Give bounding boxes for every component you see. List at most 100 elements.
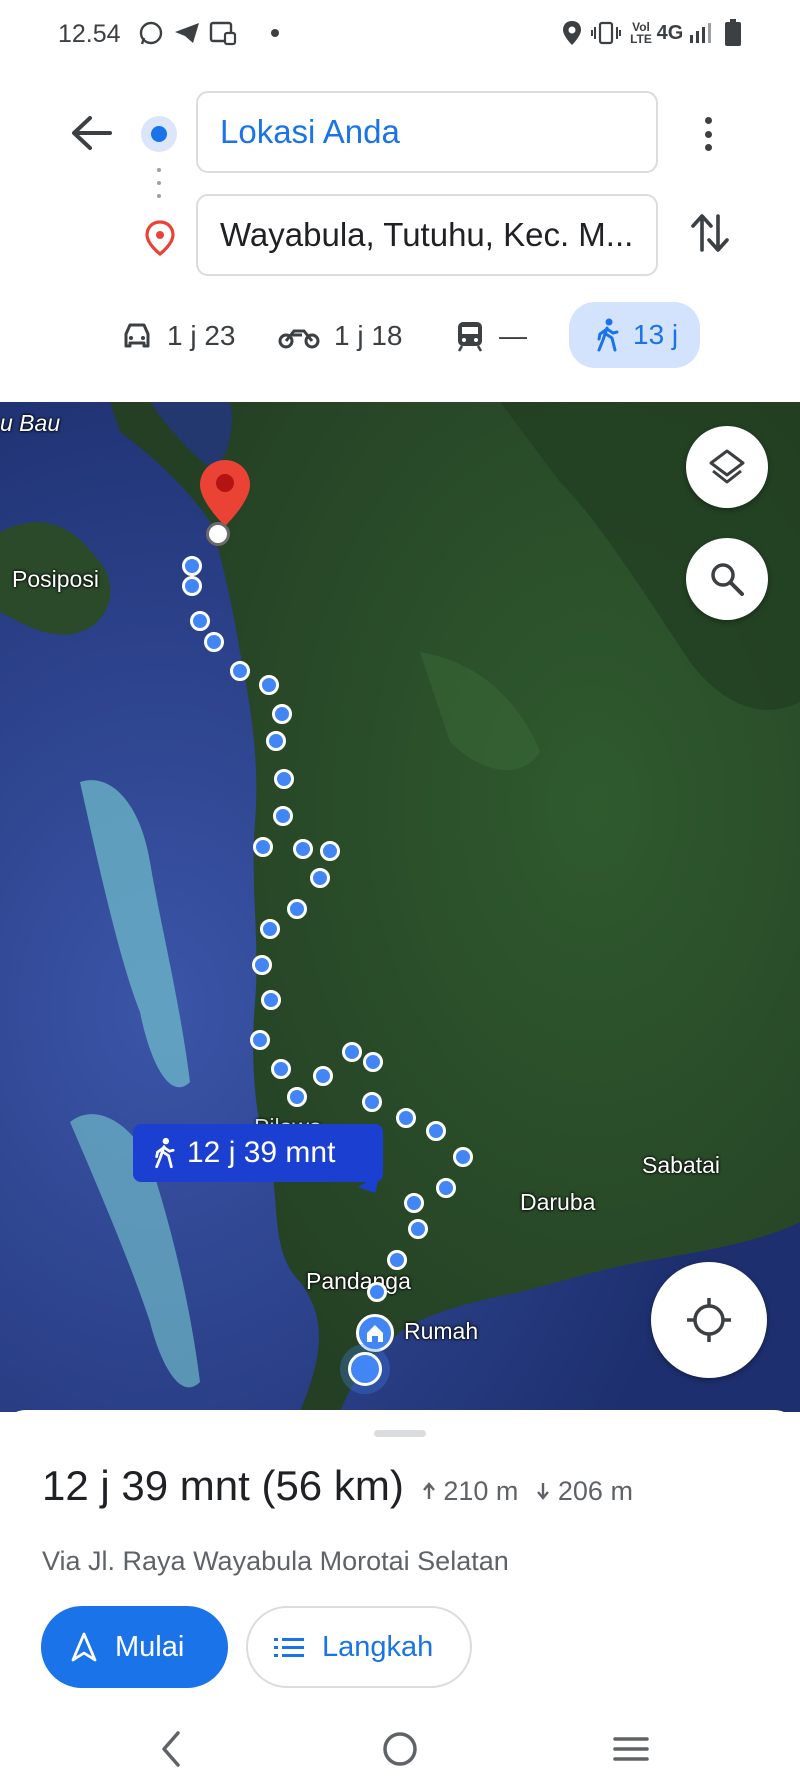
route-dot (273, 806, 293, 826)
nav-home-icon[interactable] (375, 1724, 425, 1774)
mode-transit-label: — (499, 320, 527, 351)
route-dot (287, 1087, 307, 1107)
route-dot (182, 556, 202, 576)
route-dot (387, 1250, 407, 1270)
network-type: 4G (656, 21, 684, 44)
start-button[interactable]: Mulai (41, 1606, 228, 1688)
layers-button[interactable] (686, 426, 768, 508)
motorcycle-icon (278, 329, 320, 349)
route-dot (274, 769, 294, 789)
place-label-daruba: Daruba (520, 1189, 596, 1215)
route-dot (260, 919, 280, 939)
steps-button[interactable]: Langkah (246, 1606, 472, 1688)
route-dot (271, 1059, 291, 1079)
list-icon (274, 1638, 304, 1657)
destination-pin-icon (145, 220, 175, 257)
nav-menu-icon[interactable] (606, 1724, 656, 1774)
walk-icon (597, 318, 619, 352)
route-end-point (206, 522, 230, 546)
route-dot (266, 731, 286, 751)
crosshair-icon (687, 1298, 731, 1342)
swap-icon[interactable] (688, 210, 732, 256)
sheet-drag-handle[interactable] (374, 1430, 426, 1437)
current-location-dot (348, 1352, 382, 1386)
route-dot (408, 1219, 428, 1239)
mode-walk[interactable]: 13 j (569, 302, 701, 368)
search-button[interactable] (686, 538, 768, 620)
walk-icon (155, 1137, 175, 1169)
route-dot (363, 1052, 383, 1072)
map-view[interactable]: u Bau Posiposi Pilowo Sabatai Daruba Pan… (0, 402, 800, 1412)
origin-field[interactable]: Lokasi Anda (196, 91, 658, 173)
route-dot (362, 1092, 382, 1112)
place-label-bau: u Bau (0, 410, 61, 436)
system-nav-bar (0, 1710, 800, 1791)
route-dot (436, 1178, 456, 1198)
route-dot (313, 1066, 333, 1086)
descent: 206 m (536, 1476, 633, 1507)
origin-dot-icon (141, 116, 177, 152)
route-dot (230, 661, 250, 681)
route-dot (293, 839, 313, 859)
my-location-button[interactable] (651, 1262, 767, 1378)
route-via: Via Jl. Raya Wayabula Morotai Selatan (42, 1546, 509, 1576)
more-options-icon[interactable] (692, 113, 724, 155)
train-icon (457, 322, 483, 352)
layers-icon (709, 449, 745, 484)
back-button[interactable] (66, 110, 116, 156)
location-icon (560, 18, 584, 48)
route-dot (287, 899, 307, 919)
route-dot (320, 841, 340, 861)
dot-icon (268, 18, 282, 48)
route-summary: 12 j 39 mnt (56 km) 210 m 206 m (42, 1462, 633, 1510)
destination-marker-icon (198, 458, 252, 528)
route-dot (396, 1108, 416, 1128)
cast-icon (208, 18, 238, 48)
arrow-up-icon (422, 1482, 435, 1499)
route-dot (272, 704, 292, 724)
place-label-sabatai: Sabatai (642, 1152, 721, 1178)
vibrate-icon (590, 18, 622, 48)
arrow-left-icon (72, 116, 112, 150)
navigation-arrow-icon (71, 1632, 97, 1662)
status-time: 12.54 (58, 20, 121, 48)
search-icon (711, 563, 744, 596)
telegram-icon (172, 18, 202, 48)
mode-car-label: 1 j 23 (167, 320, 236, 351)
whatsapp-icon (137, 18, 165, 48)
mode-motorcycle[interactable]: 1 j 18 (278, 310, 403, 362)
ascent: 210 m (422, 1476, 519, 1507)
route-dot (259, 675, 279, 695)
ascent-value: 210 m (443, 1476, 519, 1506)
battery-icon (722, 18, 744, 48)
destination-field[interactable]: Wayabula, Tutuhu, Kec. M... (196, 194, 658, 276)
home-marker-icon[interactable] (356, 1314, 394, 1352)
route-duration-label[interactable]: 12 j 39 mnt (133, 1124, 383, 1182)
place-label-rumah: Rumah (404, 1318, 479, 1344)
mode-transit[interactable]: — (455, 310, 527, 362)
descent-value: 206 m (557, 1476, 633, 1506)
place-label-posiposi: Posiposi (12, 566, 99, 592)
route-dot (190, 611, 210, 631)
signal-icon (686, 18, 714, 48)
place-label-pandanga: Pandanga (306, 1268, 411, 1294)
route-dot (252, 955, 272, 975)
route-duration-text: 12 j 39 mnt (187, 1136, 336, 1169)
route-dot (182, 576, 202, 596)
route-duration-distance: 12 j 39 mnt (56 km) (42, 1462, 404, 1509)
route-dot (310, 868, 330, 888)
status-bar: 12.54 Vol LTE 4G (0, 0, 800, 68)
mode-walk-label: 13 j (633, 319, 679, 350)
route-connector (157, 168, 161, 204)
route-dot (426, 1121, 446, 1141)
route-dot (453, 1147, 473, 1167)
route-dot (261, 990, 281, 1010)
nav-back-icon[interactable] (146, 1724, 196, 1774)
volte-icon: Vol LTE (630, 20, 652, 46)
route-dot (204, 632, 224, 652)
arrow-down-icon (537, 1483, 550, 1500)
mode-motorcycle-label: 1 j 18 (334, 320, 403, 351)
route-dot (250, 1030, 270, 1050)
route-dot (367, 1282, 387, 1302)
mode-car[interactable]: 1 j 23 (121, 310, 236, 362)
